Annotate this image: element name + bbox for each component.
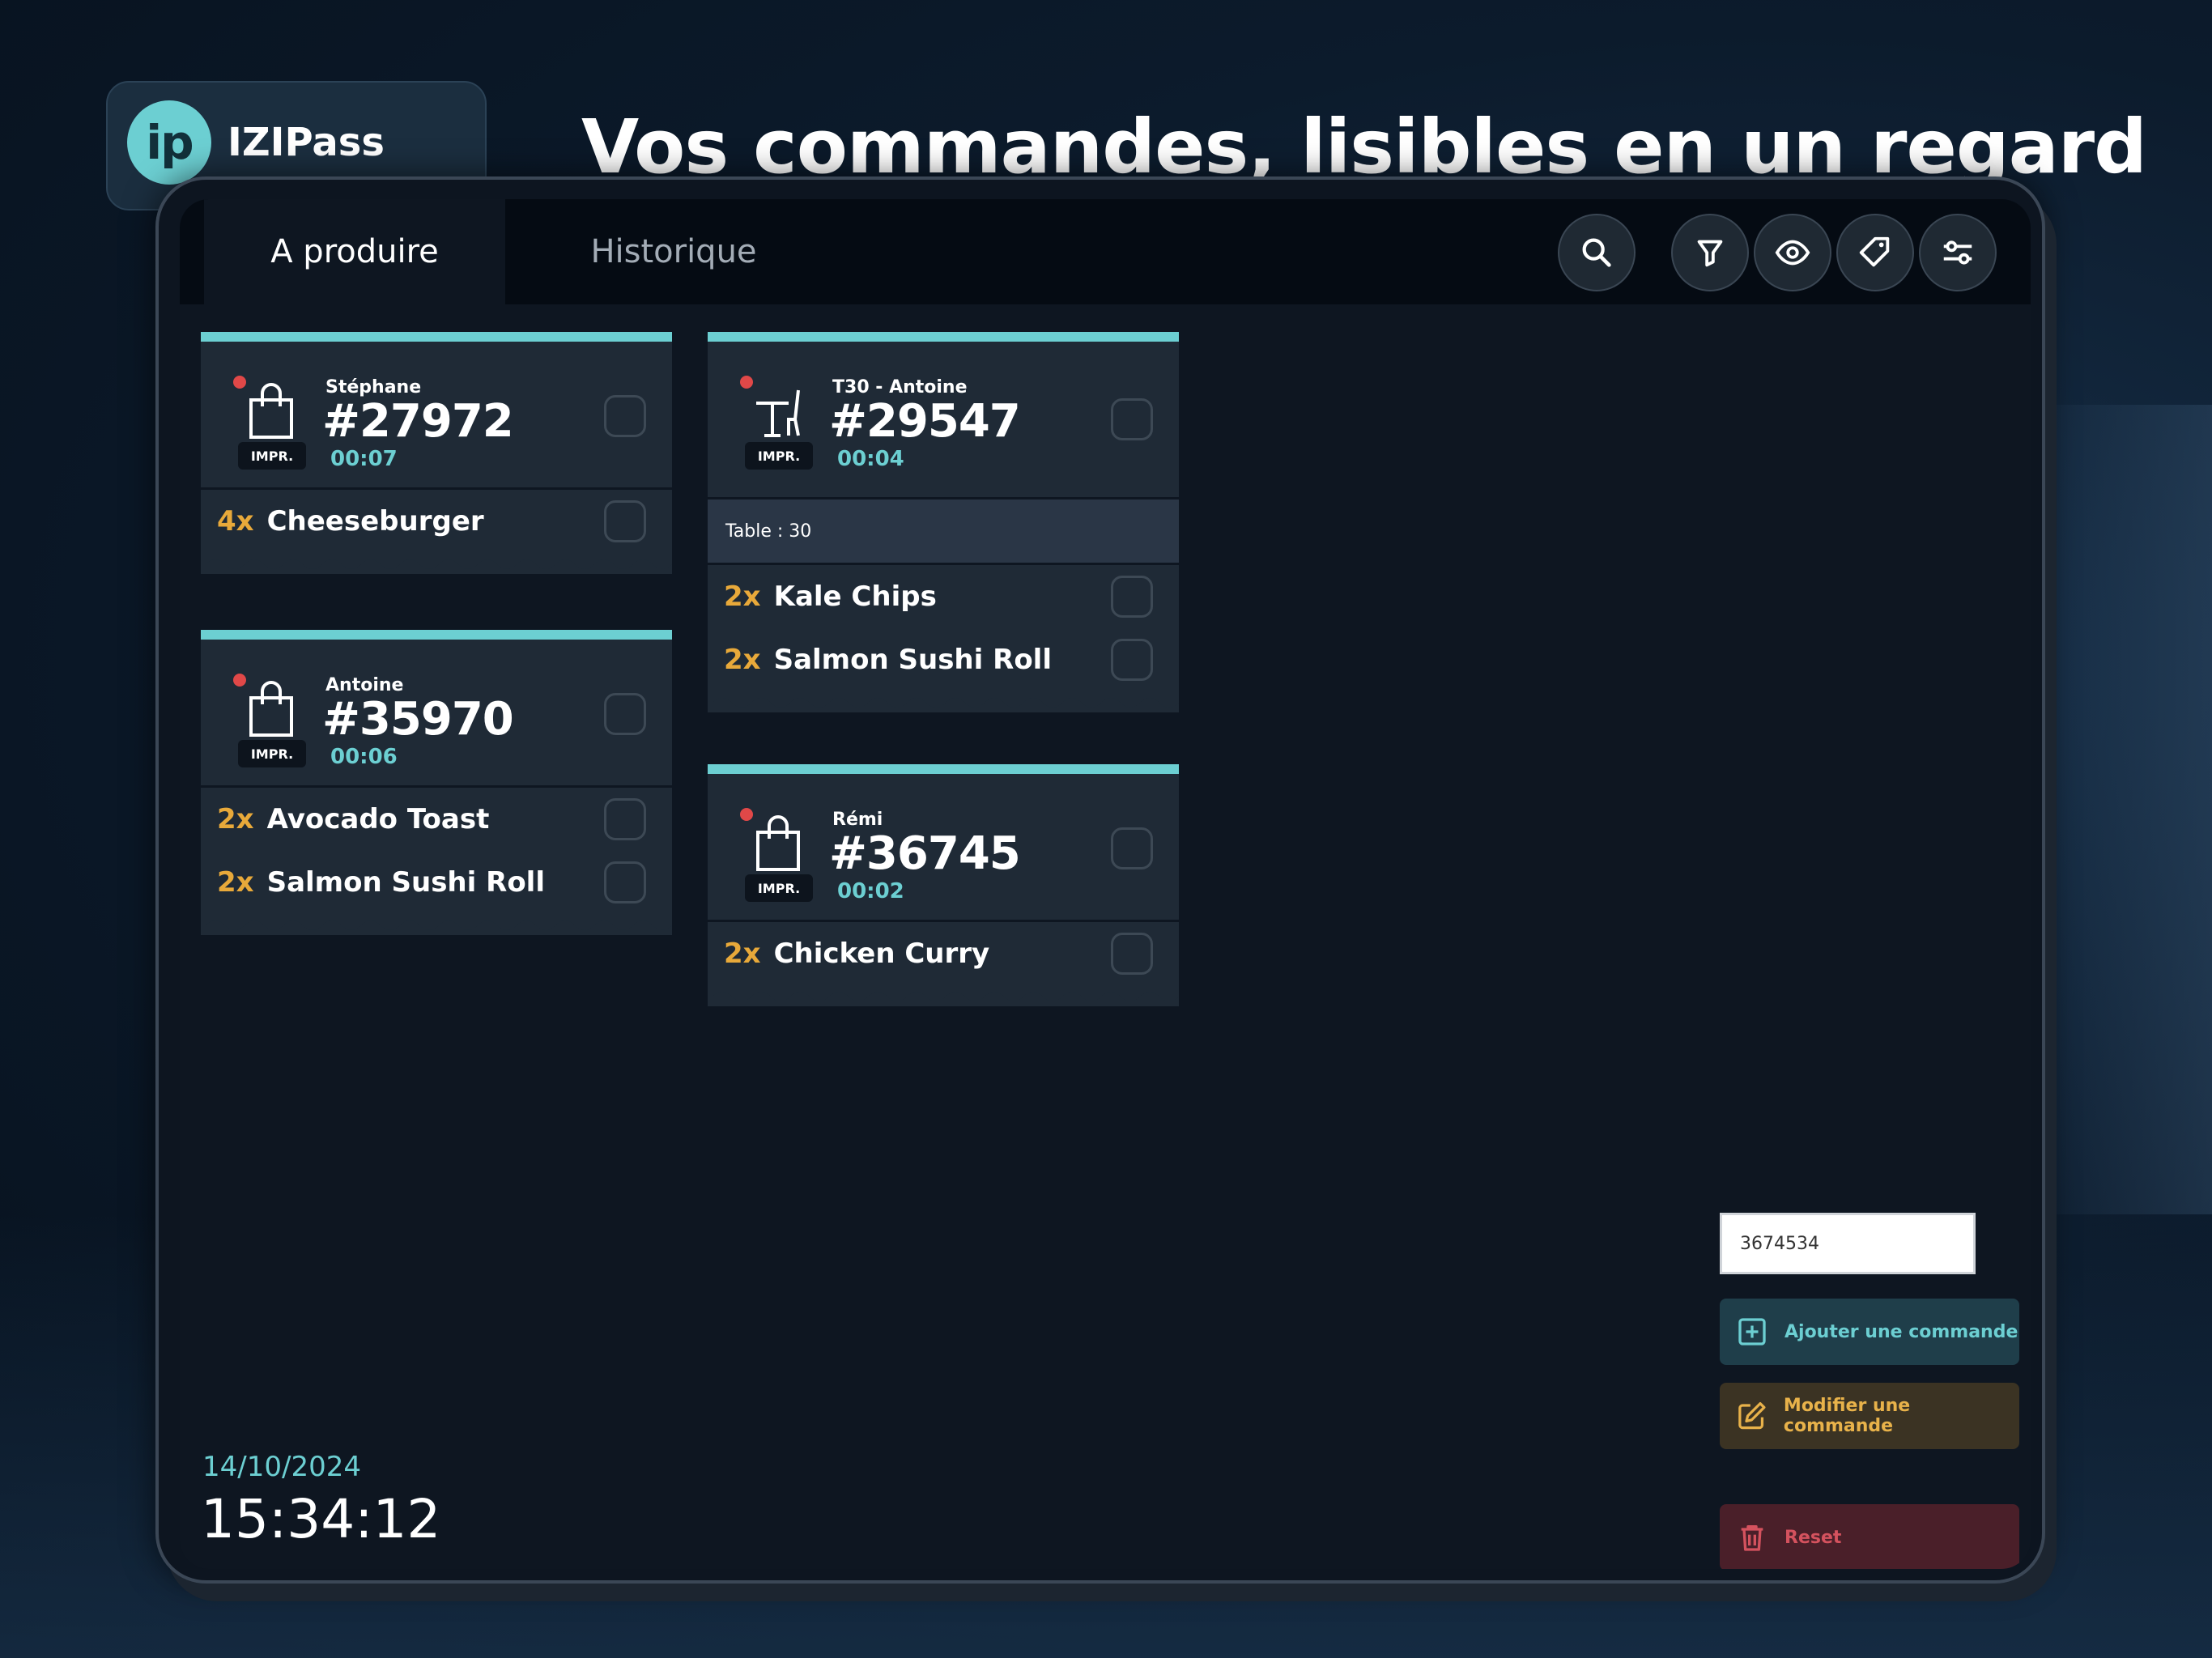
order-checkbox[interactable] [1111, 827, 1153, 869]
item-name: Chicken Curry [773, 937, 990, 970]
search-button[interactable] [1558, 214, 1636, 291]
item-checkbox[interactable] [1111, 639, 1153, 681]
table-chairs-icon [756, 389, 800, 437]
modify-order-label: Modifier une commande [1783, 1396, 1911, 1436]
current-date: 14/10/2024 [202, 1451, 361, 1483]
order-number: #29547 [829, 395, 1021, 448]
card-accent-bar [201, 332, 672, 342]
alert-dot [233, 674, 246, 687]
add-order-label: Ajouter une commande [1784, 1321, 2018, 1342]
print-badge[interactable]: IMPR. [745, 874, 813, 902]
order-item: 2x Chicken Curry [708, 922, 1179, 985]
elapsed-time: 00:06 [330, 745, 398, 769]
edit-icon [1738, 1401, 1766, 1430]
item-checkbox[interactable] [1111, 933, 1153, 975]
add-order-button[interactable]: Ajouter une commande [1720, 1299, 2019, 1365]
alert-dot [740, 808, 753, 821]
ticket-edge [201, 553, 672, 574]
tab-a-produire[interactable]: A produire [204, 199, 505, 304]
shopping-bag-icon [249, 681, 293, 737]
visibility-button[interactable] [1754, 214, 1831, 291]
order-card[interactable]: IMPR. T30 - Antoine #29547 00:04 Table :… [708, 332, 1179, 712]
order-number: #36745 [829, 827, 1021, 880]
order-header: IMPR. T30 - Antoine #29547 00:04 [708, 342, 1179, 500]
elapsed-time: 00:07 [330, 447, 398, 471]
item-checkbox[interactable] [604, 500, 646, 542]
order-item: 2x Kale Chips [708, 565, 1179, 628]
ticket-edge [708, 985, 1179, 1006]
order-number-input[interactable]: 3674534 [1720, 1213, 1976, 1274]
sliders-icon [1943, 240, 1972, 265]
item-name: Salmon Sushi Roll [773, 644, 1052, 676]
search-icon [1582, 238, 1611, 267]
order-item: 2x Salmon Sushi Roll [708, 628, 1179, 691]
order-checkbox[interactable] [604, 395, 646, 437]
tag-icon [1859, 236, 1890, 267]
reset-label: Reset [1784, 1527, 1842, 1548]
item-checkbox[interactable] [1111, 576, 1153, 618]
trash-icon [1741, 1525, 1763, 1551]
tablet-frame: A produire Historique IMPR. Stéphane #27… [155, 176, 2045, 1584]
item-qty: 2x [724, 580, 761, 613]
order-item: 2x Avocado Toast [201, 788, 672, 851]
order-checkbox[interactable] [1111, 398, 1153, 440]
order-header: IMPR. Antoine #35970 00:06 [201, 640, 672, 788]
order-checkbox[interactable] [604, 693, 646, 735]
print-badge[interactable]: IMPR. [238, 740, 306, 767]
item-checkbox[interactable] [604, 798, 646, 840]
ticket-edge [201, 914, 672, 935]
order-card[interactable]: IMPR. Rémi #36745 00:02 2x Chicken Curry [708, 764, 1179, 1006]
tag-button[interactable] [1836, 214, 1914, 291]
tab-historique[interactable]: Historique [512, 199, 836, 304]
elapsed-time: 00:04 [837, 447, 904, 471]
reset-button[interactable]: Reset [1720, 1504, 2019, 1569]
kitchen-display-screen: A produire Historique IMPR. Stéphane #27… [180, 199, 2031, 1569]
order-card[interactable]: IMPR. Antoine #35970 00:06 2x Avocado To… [201, 630, 672, 935]
settings-button[interactable] [1919, 214, 1997, 291]
card-accent-bar [201, 630, 672, 640]
elapsed-time: 00:02 [837, 879, 904, 903]
item-qty: 2x [724, 937, 761, 970]
item-qty: 4x [217, 505, 254, 538]
item-qty: 2x [217, 803, 254, 835]
plus-square-icon [1738, 1318, 1766, 1346]
order-item: 2x Salmon Sushi Roll [201, 851, 672, 914]
item-name: Avocado Toast [266, 803, 490, 835]
eye-icon [1775, 240, 1810, 266]
order-number: #35970 [322, 693, 514, 746]
ticket-edge [708, 691, 1179, 712]
card-accent-bar [708, 764, 1179, 774]
order-header: IMPR. Rémi #36745 00:02 [708, 774, 1179, 922]
filter-button[interactable] [1671, 214, 1749, 291]
current-time: 15:34:12 [201, 1488, 441, 1550]
item-name: Cheeseburger [266, 505, 484, 538]
item-checkbox[interactable] [604, 861, 646, 903]
modify-order-button[interactable]: Modifier une commande [1720, 1383, 2019, 1449]
print-badge[interactable]: IMPR. [238, 442, 306, 470]
tab-bar: A produire Historique [180, 199, 2031, 304]
item-qty: 2x [724, 644, 761, 676]
brand-logo: ip [127, 100, 211, 185]
table-note: Table : 30 [708, 500, 1179, 565]
order-number: #27972 [322, 395, 514, 448]
alert-dot [740, 376, 753, 389]
order-card[interactable]: IMPR. Stéphane #27972 00:07 4x Cheesebur… [201, 332, 672, 574]
print-badge[interactable]: IMPR. [745, 442, 813, 470]
shopping-bag-icon [249, 383, 293, 439]
shopping-bag-icon [756, 815, 800, 871]
item-name: Kale Chips [773, 580, 937, 613]
item-name: Salmon Sushi Roll [266, 866, 545, 899]
alert-dot [233, 376, 246, 389]
order-item: 4x Cheeseburger [201, 490, 672, 553]
order-header: IMPR. Stéphane #27972 00:07 [201, 342, 672, 490]
brand-name: IZIPass [228, 120, 385, 165]
filter-icon [1697, 240, 1723, 267]
item-qty: 2x [217, 866, 254, 899]
card-accent-bar [708, 332, 1179, 342]
